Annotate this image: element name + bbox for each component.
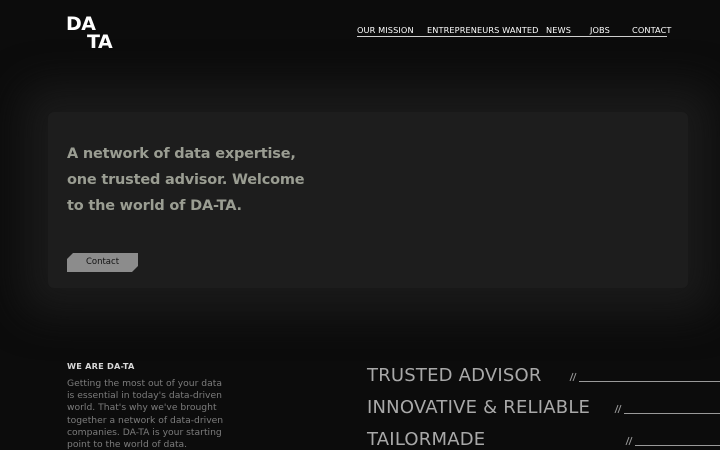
feature-tailormade: TAILORMADE (367, 427, 720, 450)
feature-divider-line (635, 445, 720, 446)
feature-trusted-advisor: TRUSTED ADVISOR (367, 363, 720, 389)
contact-button[interactable]: Contact (67, 253, 138, 272)
about-body-line: is essential in today's data-driven (67, 390, 222, 402)
nav-jobs[interactable]: JOBS (590, 25, 610, 35)
nav-entrepreneurs-wanted[interactable]: ENTREPRENEURS WANTED (427, 25, 539, 35)
about-body-line: point to the world of data. (67, 439, 188, 450)
main-nav: OUR MISSION ENTREPRENEURS WANTED NEWS JO… (357, 25, 671, 37)
logo-line-2: TA (87, 31, 113, 53)
feature-label: TRUSTED ADVISOR (367, 365, 542, 386)
double-slash-icon (569, 372, 577, 381)
hero-title-line: to the world of DA-TA. (67, 198, 242, 214)
hero-title-line: one trusted advisor. Welcome (67, 172, 305, 188)
about-body-line: Getting the most out of your data (67, 378, 222, 389)
feature-divider-line (579, 381, 720, 382)
nav-news[interactable]: NEWS (546, 25, 571, 35)
double-slash-icon (614, 404, 622, 413)
logo[interactable]: DA TA (66, 15, 113, 53)
feature-label: TAILORMADE (367, 429, 486, 450)
about-heading: WE ARE DA-TA (67, 361, 135, 371)
about-body-line: together a network of data-driven (67, 414, 224, 426)
page: DA TA OUR MISSION ENTREPRENEURS WANTED N… (0, 0, 720, 450)
about-body: Getting the most out of your data is ess… (67, 378, 235, 450)
about-body-line: companies. DA-TA is your starting (67, 426, 222, 438)
nav-our-mission[interactable]: OUR MISSION (357, 25, 414, 35)
hero-title: A network of data expertise, one trusted… (67, 141, 337, 219)
double-slash-icon (625, 436, 633, 445)
about-body-line: world. That's why we've brought (67, 402, 217, 414)
feature-divider-line (624, 413, 720, 414)
hero-title-line: A network of data expertise, (67, 146, 296, 162)
nav-contact[interactable]: CONTACT (632, 25, 672, 35)
feature-label: INNOVATIVE & RELIABLE (367, 397, 591, 418)
feature-innovative-reliable: INNOVATIVE & RELIABLE (367, 395, 720, 421)
